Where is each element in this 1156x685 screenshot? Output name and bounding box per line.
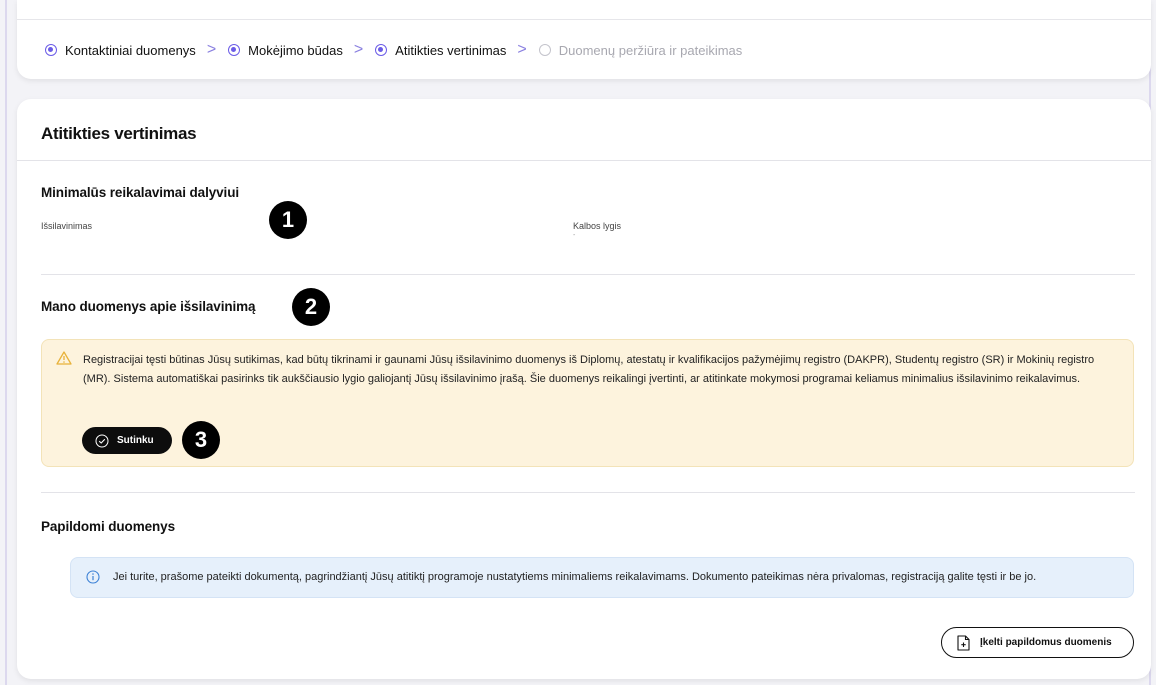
- my-education-title: Mano duomenys apie išsilavinimą: [41, 299, 256, 314]
- step-done-icon: [228, 44, 241, 56]
- chevron-right-icon: >: [517, 41, 527, 58]
- chevron-right-icon: >: [353, 41, 364, 58]
- step-label: Duomenų peržiūra ir pateikimas: [558, 42, 743, 58]
- stepper: Kontaktiniai duomenys > Mokėjimo būdas >…: [45, 42, 742, 58]
- additional-info: Jei turite, prašome pateikti dokumentą, …: [70, 557, 1134, 598]
- page-title: Atitikties vertinimas: [41, 124, 197, 143]
- additional-data-title: Papildomi duomenys: [41, 519, 175, 534]
- step-payment[interactable]: Mokėjimo būdas: [228, 43, 343, 58]
- step-assessment[interactable]: Atitikties vertinimas: [375, 43, 506, 58]
- annotation-badge-1: 1: [269, 201, 307, 239]
- min-requirements-title: Minimalūs reikalavimai dalyviui: [41, 185, 239, 200]
- step-contacts[interactable]: Kontaktiniai duomenys: [45, 43, 196, 58]
- page-frame: Kontaktiniai duomenys > Mokėjimo būdas >…: [5, 0, 1151, 685]
- check-circle-icon: [95, 434, 109, 447]
- assessment-card: Atitikties vertinimas Minimalūs reikalav…: [17, 99, 1151, 679]
- language-level-value: -: [573, 232, 576, 239]
- agree-button-label: Sutinku: [117, 435, 154, 446]
- divider: [41, 492, 1135, 493]
- step-current-icon: [375, 44, 388, 56]
- language-level-label: Kalbos lygis: [573, 221, 622, 231]
- divider: [41, 274, 1135, 275]
- divider: [17, 160, 1151, 161]
- chevron-right-icon: >: [206, 41, 217, 58]
- stepper-card: Kontaktiniai duomenys > Mokėjimo būdas >…: [17, 0, 1151, 79]
- step-todo-icon: [538, 44, 551, 56]
- step-label: Mokėjimo būdas: [248, 42, 343, 58]
- step-label: Kontaktiniai duomenys: [65, 42, 196, 58]
- education-label: Išsilavinimas: [41, 221, 93, 231]
- step-label: Atitikties vertinimas: [395, 42, 507, 58]
- agree-button[interactable]: Sutinku: [82, 427, 172, 454]
- annotation-badge-2: 2: [292, 288, 330, 326]
- step-review: Duomenų peržiūra ir pateikimas: [538, 42, 743, 58]
- consent-text: Registracijai tęsti būtinas Jūsų sutikim…: [83, 354, 1095, 385]
- info-icon: [86, 570, 100, 584]
- file-upload-icon: [957, 634, 970, 651]
- annotation-badge-3: 3: [182, 421, 220, 459]
- warning-icon: [56, 351, 72, 365]
- info-text: Jei turite, prašome pateikti dokumentą, …: [113, 571, 1037, 583]
- upload-button-label: Įkelti papildomus duomenis: [980, 637, 1112, 648]
- step-done-icon: [45, 44, 57, 56]
- consent-warning: Registracijai tęsti būtinas Jūsų sutikim…: [41, 339, 1134, 467]
- upload-additional-button[interactable]: Įkelti papildomus duomenis: [941, 627, 1134, 658]
